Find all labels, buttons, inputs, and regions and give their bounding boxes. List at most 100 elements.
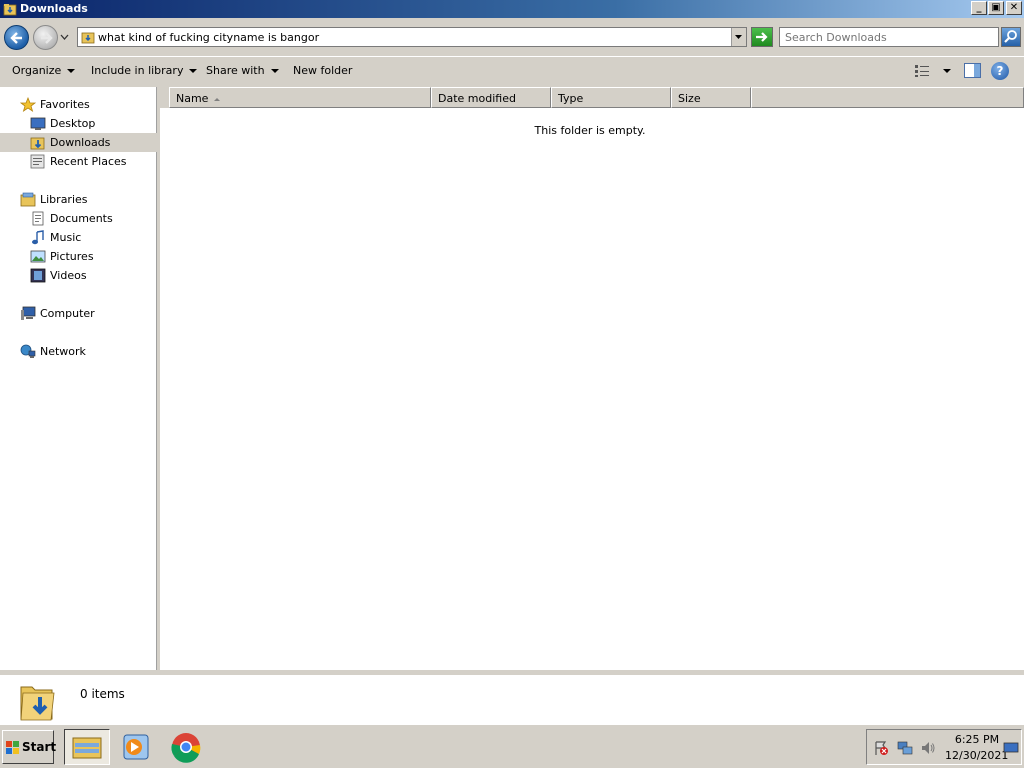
network-status-icon[interactable]: [897, 740, 913, 756]
clock-date[interactable]: 12/30/2021: [945, 749, 1008, 762]
start-label: Start: [22, 740, 57, 754]
nav-item-documents[interactable]: Documents: [0, 209, 157, 228]
nav-item-label: Recent Places: [50, 155, 127, 168]
forward-button[interactable]: [33, 25, 58, 50]
documents-icon: [32, 211, 44, 226]
taskbar-explorer-button[interactable]: [64, 729, 110, 765]
folder-icon: [3, 4, 17, 16]
item-count: 0 items: [80, 687, 125, 701]
nav-item-pictures[interactable]: Pictures: [0, 247, 157, 266]
chevron-down-icon: [67, 69, 76, 73]
address-bar[interactable]: [77, 27, 747, 47]
organize-button[interactable]: Organize: [12, 64, 76, 77]
back-button[interactable]: [4, 25, 29, 50]
explorer-icon: [72, 737, 102, 759]
column-header-label: Size: [678, 92, 701, 105]
videos-icon: [30, 268, 46, 283]
empty-folder-message: This folder is empty.: [534, 124, 646, 137]
column-header-size[interactable]: Size: [671, 87, 751, 108]
close-button[interactable]: ✕: [1006, 1, 1022, 15]
column-header-label: Date modified: [438, 92, 516, 105]
star-icon: [20, 97, 36, 112]
window-title: Downloads: [20, 2, 88, 15]
include-in-library-button[interactable]: Include in library: [91, 64, 198, 77]
nav-item-downloads[interactable]: Downloads: [0, 133, 157, 152]
desktop-icon: [30, 117, 46, 130]
change-view-icon[interactable]: [914, 64, 930, 78]
go-button[interactable]: [751, 27, 773, 47]
chrome-icon: [171, 733, 201, 763]
column-header-label: Name: [176, 92, 209, 105]
share-with-button[interactable]: Share with: [206, 64, 279, 77]
chevron-down-icon: [270, 69, 279, 73]
column-header-name[interactable]: Name: [169, 87, 431, 108]
file-list[interactable]: Name Date modified Type Size This folder…: [160, 87, 1024, 670]
address-input[interactable]: [98, 28, 728, 46]
media-player-icon: [123, 734, 149, 760]
column-header-label: Type: [558, 92, 584, 105]
address-dropdown-button[interactable]: [731, 28, 746, 46]
system-tray: 6:25 PM 12/30/2021: [866, 729, 1022, 765]
nav-network-label: Network: [40, 345, 86, 358]
nav-libraries[interactable]: Libraries: [0, 190, 157, 209]
music-icon: [32, 230, 44, 245]
back-arrow-icon: [10, 32, 22, 44]
start-button[interactable]: Start: [2, 730, 57, 764]
nav-computer[interactable]: Computer: [0, 304, 157, 323]
column-header-date-modified[interactable]: Date modified: [431, 87, 551, 108]
downloads-folder-icon: [81, 32, 95, 44]
minimize-button[interactable]: _: [971, 1, 987, 15]
recent-places-icon: [30, 154, 45, 169]
nav-item-videos[interactable]: Videos: [0, 266, 157, 285]
downloads-folder-icon: [20, 686, 55, 721]
recent-pages-dropdown-icon[interactable]: [60, 32, 69, 42]
new-folder-button[interactable]: New folder: [293, 64, 352, 77]
pictures-icon: [30, 250, 46, 263]
search-button[interactable]: [1001, 27, 1021, 47]
nav-item-desktop[interactable]: Desktop: [0, 114, 157, 133]
column-headers: Name Date modified Type Size: [160, 87, 1024, 108]
downloads-folder-icon: [30, 137, 45, 150]
organize-label: Organize: [12, 64, 62, 77]
nav-item-label: Pictures: [50, 250, 94, 263]
volume-icon[interactable]: [920, 740, 936, 756]
computer-icon: [21, 306, 36, 320]
network-icon: [20, 344, 36, 358]
title-bar[interactable]: Downloads _ ▣ ✕: [0, 0, 1024, 18]
search-icon: [1004, 30, 1017, 43]
command-bar: Organize Include in library Share with N…: [0, 56, 1024, 86]
search-input[interactable]: [785, 28, 995, 46]
share-with-label: Share with: [206, 64, 265, 77]
clock-time[interactable]: 6:25 PM: [953, 733, 1001, 746]
taskbar-media-player-button[interactable]: [114, 729, 160, 765]
libraries-icon: [20, 192, 36, 207]
action-center-flag-icon[interactable]: [873, 740, 889, 756]
restore-button[interactable]: ▣: [988, 1, 1004, 15]
nav-network[interactable]: Network: [0, 342, 157, 361]
windows-logo-icon: [6, 741, 19, 754]
nav-favorites-label: Favorites: [40, 98, 90, 111]
search-box[interactable]: [779, 27, 999, 47]
taskbar-chrome-button[interactable]: [164, 729, 210, 765]
forward-arrow-icon: [41, 32, 53, 44]
nav-item-label: Desktop: [50, 117, 96, 130]
address-row: [0, 18, 1024, 56]
taskbar: Start 6:25 PM 12/30/2021: [0, 724, 1024, 768]
chevron-down-icon: [735, 35, 742, 39]
nav-item-label: Documents: [50, 212, 113, 225]
nav-item-recent-places[interactable]: Recent Places: [0, 152, 157, 171]
show-desktop-icon[interactable]: [1003, 742, 1019, 754]
column-header-empty: [751, 87, 1024, 108]
nav-item-music[interactable]: Music: [0, 228, 157, 247]
nav-item-label: Videos: [50, 269, 87, 282]
help-icon[interactable]: ?: [991, 62, 1009, 80]
preview-pane-button[interactable]: [964, 63, 981, 78]
nav-item-label: Music: [50, 231, 82, 244]
view-options-dropdown[interactable]: [943, 69, 951, 73]
new-folder-label: New folder: [293, 64, 353, 77]
nav-favorites[interactable]: Favorites: [0, 95, 157, 114]
column-header-type[interactable]: Type: [551, 87, 671, 108]
nav-libraries-label: Libraries: [40, 193, 88, 206]
nav-computer-label: Computer: [40, 307, 95, 320]
sort-ascending-icon: [214, 97, 221, 101]
